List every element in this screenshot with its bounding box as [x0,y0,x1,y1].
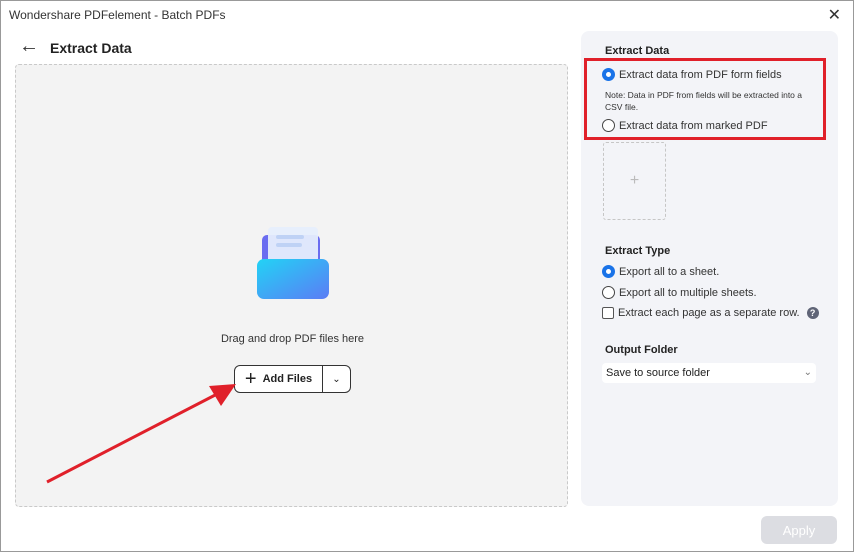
radio-one-sheet[interactable]: Export all to a sheet. [602,265,719,278]
checkbox-icon [602,307,614,319]
extract-type-heading: Extract Type [605,245,671,257]
radio-label: Export all to multiple sheets. [619,286,757,299]
add-template-placeholder[interactable]: + [603,142,666,220]
highlight-box [584,58,826,140]
plus-icon: + [244,368,257,390]
radio-multiple-sheets[interactable]: Export all to multiple sheets. [602,286,757,299]
checkbox-label: Extract each page as a separate row. [618,307,800,319]
close-icon[interactable]: ✕ [828,5,841,25]
add-files-label: Add Files [262,373,313,385]
checkbox-separate-row[interactable]: Extract each page as a separate row.? [602,307,819,319]
extract-data-heading: Extract Data [605,45,670,57]
radio-label: Export all to a sheet. [619,265,720,278]
back-arrow-icon[interactable]: ← [19,35,39,58]
radio-icon [602,286,615,299]
page-title: Extract Data [50,40,132,56]
add-files-dropdown-chevron-icon[interactable]: ⌄ [323,366,350,392]
help-icon[interactable]: ? [806,307,819,319]
drop-hint: Drag and drop PDF files here [220,333,365,345]
output-folder-heading: Output Folder [605,344,678,356]
apply-button[interactable]: Apply [761,516,837,544]
select-value: Save to source folder [606,367,710,379]
add-files-button-group: + Add Files ⌄ [234,365,351,393]
folder-icon [257,227,329,299]
radio-selected-icon [602,265,615,278]
output-folder-select[interactable]: Save to source folder ⌄ [602,363,816,383]
window-title: Wondershare PDFelement - Batch PDFs [9,8,226,22]
annotation-arrow [46,384,236,484]
chevron-down-icon: ⌄ [803,367,812,378]
add-files-button[interactable]: + Add Files [235,366,323,392]
